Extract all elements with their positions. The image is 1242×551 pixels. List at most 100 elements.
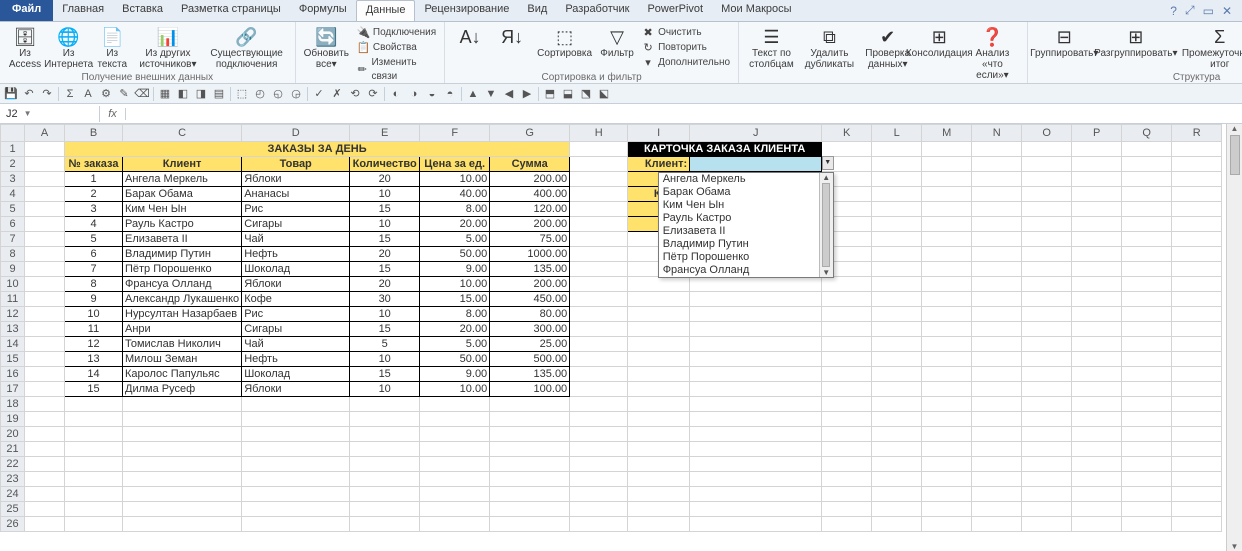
orders-cell[interactable]: 6 — [65, 247, 123, 262]
orders-cell[interactable]: 10 — [350, 307, 420, 322]
ribbon-mini-item[interactable]: ✖Очистить — [642, 26, 730, 40]
chevron-down-icon[interactable]: ▼ — [24, 109, 32, 118]
qat-icon[interactable]: ⬔ — [579, 87, 593, 101]
col-header[interactable]: K — [822, 125, 872, 142]
qat-icon[interactable]: ▦ — [158, 87, 172, 101]
orders-cell[interactable]: 10 — [350, 352, 420, 367]
qat-icon[interactable]: ⬓ — [561, 87, 575, 101]
qat-icon[interactable]: ▶ — [520, 87, 534, 101]
orders-cell[interactable]: 13 — [65, 352, 123, 367]
orders-cell[interactable]: 200.00 — [490, 172, 570, 187]
tab-вид[interactable]: Вид — [518, 0, 556, 21]
row-header[interactable]: 18 — [1, 397, 25, 412]
orders-cell[interactable]: 20.00 — [420, 217, 490, 232]
chevron-up-icon[interactable]: ▲ — [1231, 124, 1239, 133]
orders-cell[interactable]: Милош Земан — [123, 352, 242, 367]
orders-cell[interactable]: 500.00 — [490, 352, 570, 367]
orders-cell[interactable]: 75.00 — [490, 232, 570, 247]
row-header[interactable]: 4 — [1, 187, 25, 202]
orders-cell[interactable]: Ангела Меркель — [123, 172, 242, 187]
qat-icon[interactable]: ✗ — [330, 87, 344, 101]
close-icon[interactable]: ✕ — [1222, 4, 1232, 18]
orders-cell[interactable]: 9.00 — [420, 262, 490, 277]
orders-cell[interactable]: 9 — [65, 292, 123, 307]
orders-cell[interactable]: 20 — [350, 277, 420, 292]
orders-cell[interactable]: Нефть — [242, 247, 350, 262]
orders-cell[interactable]: Шоколад — [242, 262, 350, 277]
orders-cell[interactable]: 40.00 — [420, 187, 490, 202]
file-tab[interactable]: Файл — [0, 0, 53, 21]
orders-cell[interactable]: Барак Обама — [123, 187, 242, 202]
col-header[interactable]: G — [490, 125, 570, 142]
orders-cell[interactable]: 14 — [65, 367, 123, 382]
orders-cell[interactable]: 8.00 — [420, 307, 490, 322]
dropdown-option[interactable]: Пётр Порошенко — [659, 251, 819, 264]
orders-cell[interactable]: Елизавета II — [123, 232, 242, 247]
row-header[interactable]: 13 — [1, 322, 25, 337]
col-header[interactable]: M — [922, 125, 972, 142]
row-header[interactable]: 16 — [1, 367, 25, 382]
qat-icon[interactable]: ↷ — [40, 87, 54, 101]
row-header[interactable]: 1 — [1, 142, 25, 157]
dropdown-option[interactable]: Ким Чен Ын — [659, 199, 819, 212]
orders-cell[interactable]: Яблоки — [242, 172, 350, 187]
min-ribbon-icon[interactable]: ⤢ — [1185, 3, 1195, 18]
ribbon-mini-item[interactable]: 🔌Подключения — [357, 26, 436, 40]
help-icon[interactable]: ? — [1170, 4, 1177, 18]
orders-cell[interactable]: 135.00 — [490, 262, 570, 277]
orders-cell[interactable]: 20 — [350, 172, 420, 187]
tab-данные[interactable]: Данные — [356, 0, 416, 21]
row-header[interactable]: 8 — [1, 247, 25, 262]
col-header[interactable]: B — [65, 125, 123, 142]
qat-icon[interactable]: ⟳ — [366, 87, 380, 101]
col-header[interactable]: H — [570, 125, 628, 142]
orders-cell[interactable]: 80.00 — [490, 307, 570, 322]
ribbon-button[interactable]: 📄Из текста — [91, 24, 133, 72]
col-header[interactable]: J — [690, 125, 822, 142]
orders-cell[interactable]: 10 — [350, 187, 420, 202]
ribbon-mini-item[interactable]: 📋Свойства — [357, 41, 436, 55]
row-header[interactable]: 23 — [1, 472, 25, 487]
chevron-up-icon[interactable]: ▲ — [822, 173, 830, 182]
row-header[interactable]: 9 — [1, 262, 25, 277]
orders-cell[interactable]: 3 — [65, 202, 123, 217]
qat-icon[interactable]: ✓ — [312, 87, 326, 101]
row-header[interactable]: 15 — [1, 352, 25, 367]
qat-icon[interactable]: ↶ — [22, 87, 36, 101]
chevron-down-icon[interactable]: ▼ — [822, 268, 830, 277]
col-header[interactable]: R — [1172, 125, 1222, 142]
dropdown-option[interactable]: Владимир Путин — [659, 238, 819, 251]
orders-cell[interactable]: Каролос Папульяс — [123, 367, 242, 382]
row-header[interactable]: 26 — [1, 517, 25, 532]
orders-cell[interactable]: Пётр Порошенко — [123, 262, 242, 277]
ribbon-button[interactable]: ⊟Группировать▾ — [1032, 24, 1097, 61]
row-header[interactable]: 21 — [1, 442, 25, 457]
orders-cell[interactable]: 7 — [65, 262, 123, 277]
orders-cell[interactable]: 11 — [65, 322, 123, 337]
orders-cell[interactable]: 300.00 — [490, 322, 570, 337]
orders-cell[interactable]: Яблоки — [242, 382, 350, 397]
orders-cell[interactable]: 25.00 — [490, 337, 570, 352]
orders-cell[interactable]: Владимир Путин — [123, 247, 242, 262]
orders-cell[interactable]: Александр Лукашенко — [123, 292, 242, 307]
orders-cell[interactable]: 15 — [65, 382, 123, 397]
dropdown-scrollbar[interactable]: ▲ ▼ — [819, 173, 833, 277]
tab-вставка[interactable]: Вставка — [113, 0, 172, 21]
orders-cell[interactable]: 8.00 — [420, 202, 490, 217]
orders-cell[interactable]: 15 — [350, 262, 420, 277]
orders-cell[interactable]: 10.00 — [420, 277, 490, 292]
orders-cell[interactable]: 15 — [350, 202, 420, 217]
tab-главная[interactable]: Главная — [53, 0, 113, 21]
tab-разметка страницы[interactable]: Разметка страницы — [172, 0, 290, 21]
restore-icon[interactable]: ▭ — [1203, 4, 1214, 18]
ribbon-button[interactable]: ΣПромежуточный итог — [1175, 24, 1242, 72]
qat-icon[interactable]: ◴ — [253, 87, 267, 101]
col-header[interactable]: P — [1072, 125, 1122, 142]
ribbon-button[interactable]: ⊞Консолидация — [916, 24, 962, 61]
ribbon-mini-item[interactable]: ↻Повторить — [642, 41, 730, 55]
validation-dropdown-list[interactable]: Ангела МеркельБарак ОбамаКим Чен ЫнРауль… — [658, 172, 834, 278]
orders-cell[interactable]: 20 — [350, 247, 420, 262]
row-header[interactable]: 24 — [1, 487, 25, 502]
qat-icon[interactable]: Σ — [63, 87, 77, 101]
qat-icon[interactable]: A — [81, 87, 95, 101]
